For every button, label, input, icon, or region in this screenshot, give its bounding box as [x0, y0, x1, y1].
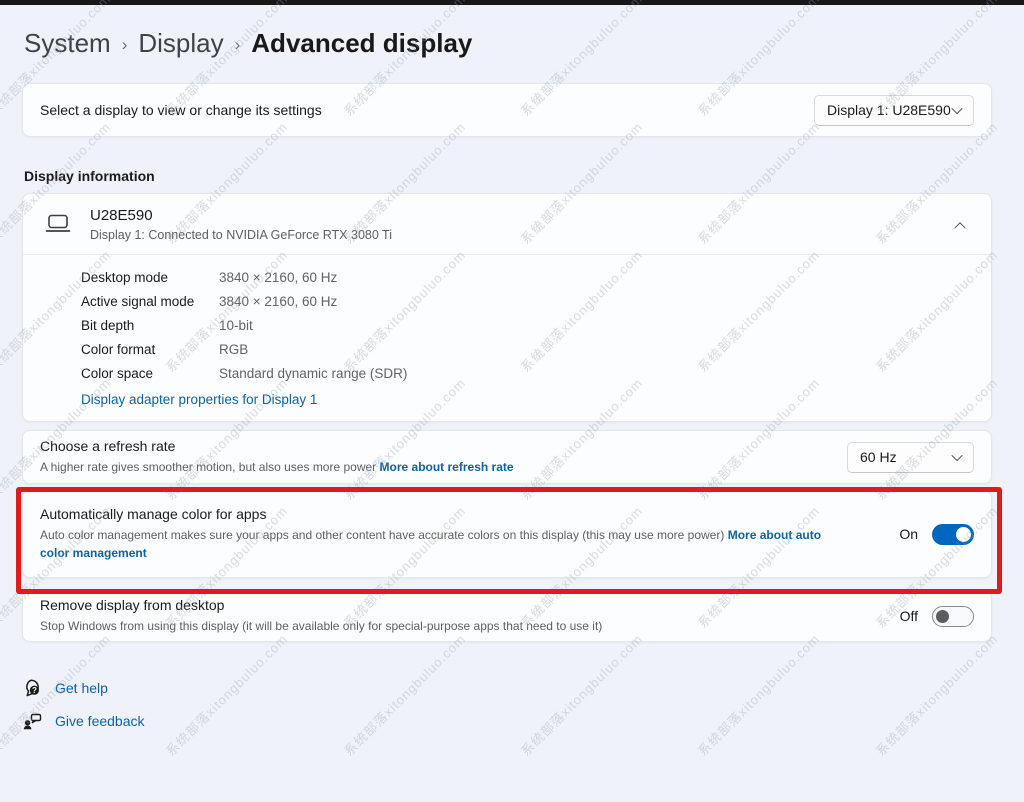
- breadcrumb: System › Display › Advanced display: [24, 28, 992, 59]
- refresh-rate-description: A higher rate gives smoother motion, but…: [40, 458, 514, 476]
- give-feedback-label: Give feedback: [55, 713, 145, 729]
- refresh-rate-description-text: A higher rate gives smoother motion, but…: [40, 460, 376, 474]
- breadcrumb-display[interactable]: Display: [138, 28, 223, 59]
- refresh-rate-card: Choose a refresh rate A higher rate give…: [22, 430, 992, 484]
- auto-color-toggle-group: On: [899, 524, 974, 545]
- detail-row-color-space: Color space Standard dynamic range (SDR): [81, 361, 974, 385]
- breadcrumb-separator: ›: [122, 35, 128, 55]
- auto-color-card: Automatically manage color for apps Auto…: [22, 490, 992, 578]
- remove-display-toggle-state: Off: [900, 608, 918, 624]
- display-information-header: U28E590 Display 1: Connected to NVIDIA G…: [23, 194, 991, 254]
- toggle-knob: [956, 527, 971, 542]
- chevron-up-icon: [954, 222, 965, 233]
- detail-row-active-signal-mode: Active signal mode 3840 × 2160, 60 Hz: [81, 289, 974, 313]
- breadcrumb-separator: ›: [235, 35, 241, 55]
- detail-label: Desktop mode: [81, 270, 219, 285]
- footer-links: ? Get help Give feedback: [22, 678, 992, 731]
- detail-label: Bit depth: [81, 318, 219, 333]
- feedback-person-icon: [22, 711, 42, 731]
- select-display-card: Select a display to view or change its s…: [22, 83, 992, 137]
- page-title: Advanced display: [251, 28, 472, 59]
- select-display-label: Select a display to view or change its s…: [40, 102, 322, 118]
- detail-value: 3840 × 2160, 60 Hz: [219, 294, 337, 309]
- detail-label: Color format: [81, 342, 219, 357]
- svg-text:?: ?: [32, 686, 37, 695]
- collapse-card-button[interactable]: [956, 216, 964, 234]
- display-select-dropdown[interactable]: Display 1: U28E590: [814, 95, 974, 126]
- more-about-refresh-rate-link[interactable]: More about refresh rate: [380, 460, 514, 474]
- get-help-link[interactable]: ? Get help: [22, 678, 108, 698]
- detail-label: Color space: [81, 366, 219, 381]
- get-help-label: Get help: [55, 680, 108, 696]
- window-top-bar: [0, 0, 1024, 5]
- display-details: Desktop mode 3840 × 2160, 60 Hz Active s…: [23, 255, 991, 421]
- detail-value: Standard dynamic range (SDR): [219, 366, 407, 381]
- chevron-down-icon: [951, 102, 962, 113]
- refresh-rate-text: Choose a refresh rate A higher rate give…: [40, 438, 514, 476]
- display-adapter-properties-link[interactable]: Display adapter properties for Display 1: [81, 392, 317, 407]
- refresh-rate-dropdown[interactable]: 60 Hz: [847, 442, 974, 473]
- remove-display-toggle-group: Off: [900, 606, 974, 627]
- detail-label: Active signal mode: [81, 294, 219, 309]
- refresh-rate-value: 60 Hz: [860, 449, 897, 465]
- detail-value: RGB: [219, 342, 248, 357]
- auto-color-text: Automatically manage color for apps Auto…: [40, 506, 848, 562]
- display-information-titles: U28E590 Display 1: Connected to NVIDIA G…: [90, 207, 392, 242]
- chevron-down-icon: [951, 449, 962, 460]
- detail-row-color-format: Color format RGB: [81, 337, 974, 361]
- breadcrumb-system[interactable]: System: [24, 28, 111, 59]
- remove-display-toggle[interactable]: [932, 606, 974, 627]
- refresh-rate-title: Choose a refresh rate: [40, 438, 514, 454]
- help-bubble-icon: ?: [22, 678, 42, 698]
- remove-display-card: Remove display from desktop Stop Windows…: [22, 590, 992, 642]
- toggle-knob: [936, 610, 949, 623]
- display-select-value: Display 1: U28E590: [827, 102, 951, 118]
- display-information-heading: Display information: [24, 168, 992, 184]
- monitor-name: U28E590: [90, 207, 392, 224]
- detail-row-desktop-mode: Desktop mode 3840 × 2160, 60 Hz: [81, 265, 974, 289]
- laptop-display-icon: [45, 213, 71, 239]
- remove-display-text: Remove display from desktop Stop Windows…: [40, 597, 602, 635]
- detail-row-bit-depth: Bit depth 10-bit: [81, 313, 974, 337]
- remove-display-title: Remove display from desktop: [40, 597, 602, 613]
- give-feedback-link[interactable]: Give feedback: [22, 711, 145, 731]
- display-information-card: U28E590 Display 1: Connected to NVIDIA G…: [22, 193, 992, 422]
- auto-color-description: Auto color management makes sure your ap…: [40, 526, 848, 562]
- detail-value: 10-bit: [219, 318, 253, 333]
- monitor-connection: Display 1: Connected to NVIDIA GeForce R…: [90, 228, 392, 242]
- auto-color-description-text: Auto color management makes sure your ap…: [40, 528, 724, 542]
- remove-display-description: Stop Windows from using this display (it…: [40, 617, 602, 635]
- auto-color-toggle-state: On: [899, 526, 918, 542]
- auto-color-title: Automatically manage color for apps: [40, 506, 848, 522]
- auto-color-toggle[interactable]: [932, 524, 974, 545]
- detail-value: 3840 × 2160, 60 Hz: [219, 270, 337, 285]
